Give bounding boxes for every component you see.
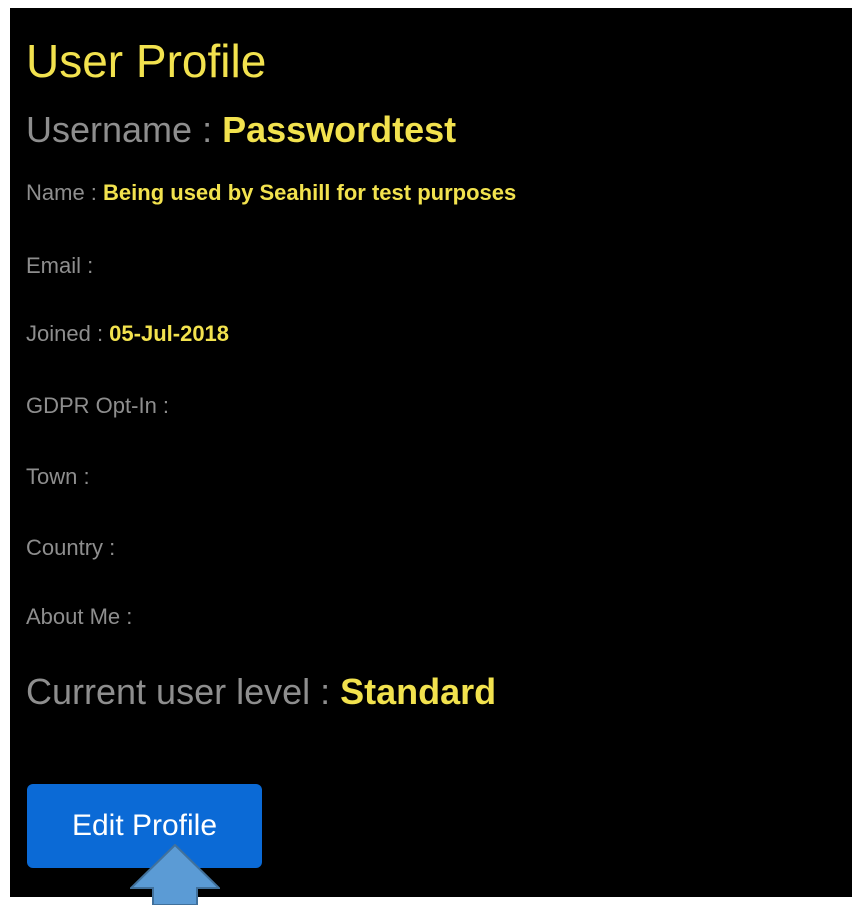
about-row: About Me : xyxy=(26,606,132,628)
joined-label: Joined : xyxy=(26,321,110,346)
about-label: About Me : xyxy=(26,604,133,629)
user-level-value: Standard xyxy=(340,671,497,712)
joined-value: 05-Jul-2018 xyxy=(109,321,230,346)
town-label: Town : xyxy=(26,464,90,489)
user-level-row: Current user level : Standard xyxy=(26,674,496,710)
username-label: Username : xyxy=(26,109,223,150)
email-row: Email : xyxy=(26,255,93,277)
gdpr-row: GDPR Opt-In : xyxy=(26,395,169,417)
joined-row: Joined : 05-Jul-2018 xyxy=(26,323,229,345)
user-level-label: Current user level : xyxy=(26,671,341,712)
gdpr-label: GDPR Opt-In : xyxy=(26,393,170,418)
username-row: Username : Passwordtest xyxy=(26,112,456,148)
profile-panel: User Profile Username : Passwordtest Nam… xyxy=(10,8,852,905)
up-arrow-icon xyxy=(130,844,220,905)
page-title: User Profile xyxy=(26,35,267,87)
email-label: Email : xyxy=(26,253,94,278)
username-value: Passwordtest xyxy=(222,109,457,150)
country-row: Country : xyxy=(26,537,115,559)
name-value: Being used by Seahill for test purposes xyxy=(103,180,517,205)
name-label: Name : xyxy=(26,180,104,205)
name-row: Name : Being used by Seahill for test pu… xyxy=(26,182,516,204)
town-row: Town : xyxy=(26,466,90,488)
country-label: Country : xyxy=(26,535,116,560)
